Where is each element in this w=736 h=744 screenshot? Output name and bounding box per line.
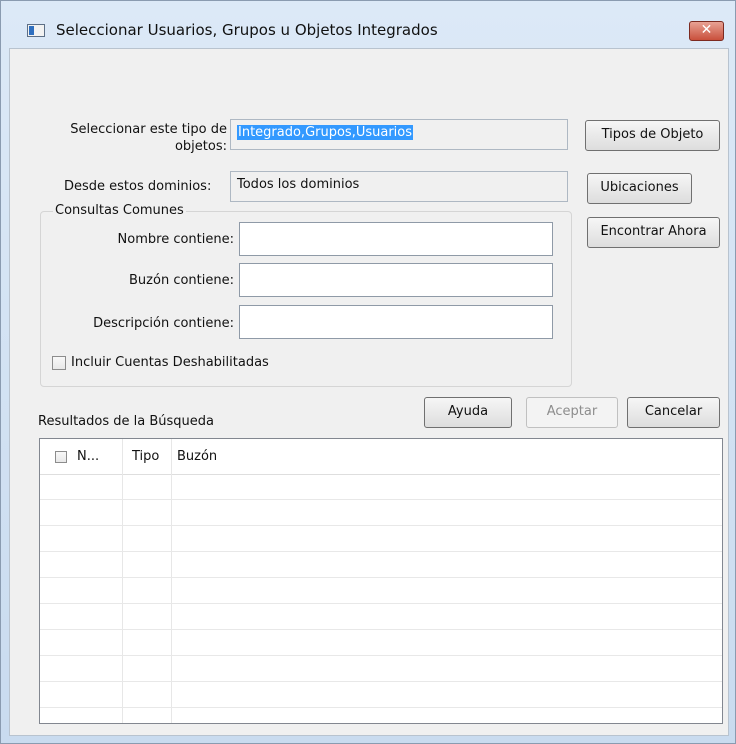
search-results-table[interactable]: N... Tipo Buzón bbox=[39, 438, 723, 724]
name-column-header[interactable]: N... bbox=[77, 449, 99, 464]
mailbox-contains-input[interactable] bbox=[239, 263, 553, 297]
row-divider bbox=[40, 525, 722, 526]
domains-label: Desde estos dominios: bbox=[64, 179, 212, 194]
select-all-checkbox[interactable] bbox=[55, 451, 67, 463]
row-divider bbox=[40, 655, 722, 656]
object-type-label-line1: Seleccionar este tipo de bbox=[70, 122, 227, 137]
cancel-button[interactable]: Cancelar bbox=[627, 397, 720, 428]
close-button[interactable]: ✕ bbox=[689, 21, 724, 41]
object-type-field[interactable]: Integrado,Grupos,Usuarios bbox=[230, 119, 568, 150]
object-type-value: Integrado,Grupos,Usuarios bbox=[237, 125, 414, 140]
row-divider bbox=[40, 707, 722, 708]
disabled-accounts-checkbox[interactable] bbox=[52, 356, 66, 370]
close-icon: ✕ bbox=[700, 22, 713, 38]
common-queries-title: Consultas Comunes bbox=[53, 203, 186, 218]
find-now-button[interactable]: Encontrar Ahora bbox=[587, 217, 720, 248]
mailbox-contains-label: Buzón contiene: bbox=[129, 273, 234, 288]
description-contains-input[interactable] bbox=[239, 305, 553, 339]
app-window-icon bbox=[27, 24, 45, 37]
row-divider bbox=[40, 499, 722, 500]
domains-field: Todos los dominios bbox=[230, 171, 568, 202]
search-results-title: Resultados de la Búsqueda bbox=[38, 414, 214, 429]
results-table-header: N... Tipo Buzón bbox=[40, 439, 720, 475]
window-title: Seleccionar Usuarios, Grupos u Objetos I… bbox=[56, 21, 438, 39]
dialog-content: Seleccionar este tipo de objetos: Integr… bbox=[9, 48, 729, 736]
accept-button[interactable]: Aceptar bbox=[526, 397, 618, 428]
description-contains-label: Descripción contiene: bbox=[93, 316, 234, 331]
row-divider bbox=[40, 577, 722, 578]
domains-value: Todos los dominios bbox=[237, 177, 360, 192]
row-divider bbox=[40, 681, 722, 682]
disabled-accounts-label: Incluir Cuentas Deshabilitadas bbox=[71, 355, 269, 370]
name-contains-input[interactable] bbox=[239, 222, 553, 256]
help-button[interactable]: Ayuda bbox=[424, 397, 512, 428]
object-type-label-line2: objetos: bbox=[174, 139, 227, 154]
mailbox-column-header[interactable]: Buzón bbox=[177, 449, 217, 464]
dialog-window: Seleccionar Usuarios, Grupos u Objetos I… bbox=[0, 0, 736, 744]
row-divider bbox=[40, 551, 722, 552]
type-column-header[interactable]: Tipo bbox=[132, 449, 159, 464]
object-types-button[interactable]: Tipos de Objeto bbox=[585, 120, 720, 151]
row-divider bbox=[40, 629, 722, 630]
locations-button[interactable]: Ubicaciones bbox=[587, 173, 692, 204]
titlebar[interactable]: Seleccionar Usuarios, Grupos u Objetos I… bbox=[1, 1, 735, 41]
name-contains-label: Nombre contiene: bbox=[117, 232, 234, 247]
row-divider bbox=[40, 603, 722, 604]
